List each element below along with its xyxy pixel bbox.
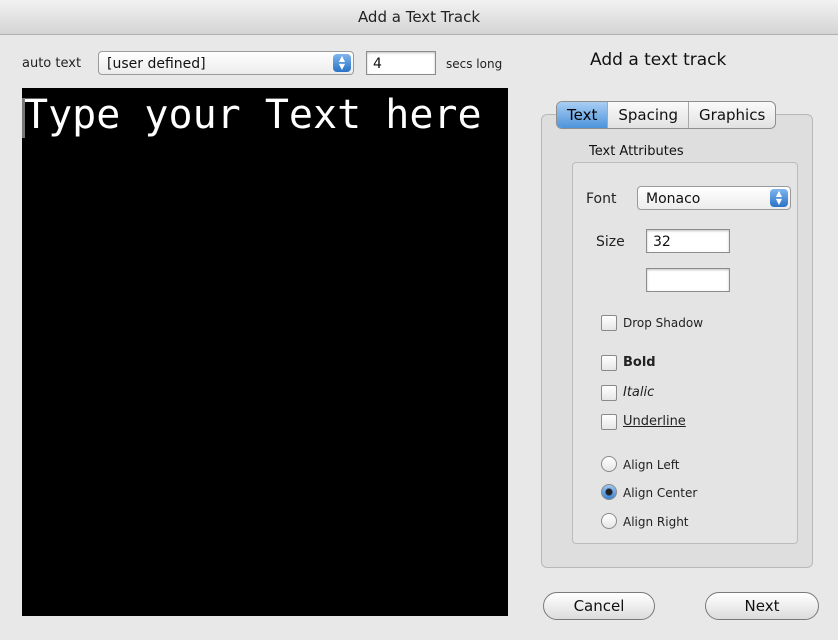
- tab-bar: Text Spacing Graphics: [556, 101, 777, 129]
- bold-checkbox[interactable]: [601, 355, 617, 371]
- drop-shadow-checkbox[interactable]: [601, 315, 617, 331]
- font-select[interactable]: Monaco ▲ ▼: [637, 186, 791, 210]
- text-attributes-title: Text Attributes: [587, 144, 686, 159]
- italic-label: Italic: [623, 385, 655, 400]
- align-right-radio[interactable]: [601, 513, 617, 529]
- auto-text-label: auto text: [22, 56, 82, 71]
- bold-label: Bold: [623, 355, 656, 370]
- text-preview[interactable]: Type your Text here: [22, 88, 508, 616]
- panel-heading: Add a text track: [590, 50, 727, 70]
- color-field[interactable]: [646, 268, 730, 292]
- tab-text[interactable]: Text: [557, 102, 608, 128]
- popup-arrows-icon: ▲ ▼: [333, 54, 351, 72]
- duration-field[interactable]: 4: [366, 51, 436, 75]
- align-left-label: Align Left: [623, 458, 680, 472]
- size-field[interactable]: 32: [646, 229, 730, 253]
- tab-spacing[interactable]: Spacing: [607, 102, 688, 128]
- preview-text: Type your Text here: [24, 92, 482, 138]
- underline-checkbox[interactable]: [601, 414, 617, 430]
- italic-checkbox[interactable]: [601, 385, 617, 401]
- window-title: Add a Text Track: [0, 0, 838, 35]
- auto-text-value: [user defined]: [107, 56, 206, 72]
- duration-unit-label: secs long: [446, 57, 503, 71]
- drop-shadow-label: Drop Shadow: [623, 316, 704, 330]
- align-center-label: Align Center: [623, 486, 698, 500]
- next-button[interactable]: Next: [705, 592, 819, 620]
- align-left-radio[interactable]: [601, 456, 617, 472]
- underline-label: Underline: [623, 414, 686, 429]
- align-right-label: Align Right: [623, 515, 689, 529]
- size-label: Size: [596, 234, 625, 250]
- cancel-button[interactable]: Cancel: [543, 592, 655, 620]
- auto-text-select[interactable]: [user defined] ▲ ▼: [98, 51, 354, 75]
- font-label: Font: [586, 191, 617, 207]
- font-value: Monaco: [646, 191, 701, 207]
- tab-graphics[interactable]: Graphics: [688, 102, 775, 128]
- align-center-radio[interactable]: [601, 484, 617, 500]
- popup-arrows-icon: ▲ ▼: [770, 189, 788, 207]
